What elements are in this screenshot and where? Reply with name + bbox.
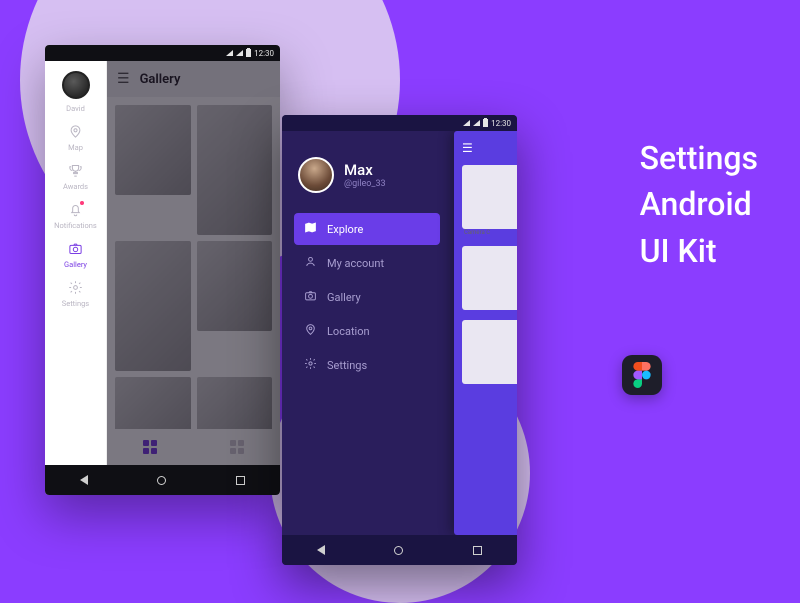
- status-time: 12:30: [254, 49, 274, 58]
- card-thumb: [462, 320, 517, 384]
- sidebar-item-label: Gallery: [64, 260, 87, 269]
- android-navbar: [45, 465, 280, 495]
- gallery-tile[interactable]: [197, 105, 273, 235]
- drawer-item-explore[interactable]: Explore: [294, 213, 440, 245]
- person-icon: [304, 255, 317, 271]
- hamburger-icon[interactable]: ☰: [117, 71, 130, 87]
- sidebar-item-gallery[interactable]: Gallery: [45, 237, 106, 273]
- user-handle: @gileo_33: [344, 179, 386, 189]
- headline-line: UI Kit: [640, 228, 758, 274]
- recent-icon[interactable]: [473, 546, 482, 555]
- signal-icon: [226, 50, 233, 56]
- drawer-item-settings[interactable]: Settings: [294, 349, 440, 381]
- signal-icon: [463, 120, 470, 126]
- nav-drawer: Max @gileo_33 Explore My account Gallery: [282, 131, 452, 535]
- card-thumb: [462, 165, 517, 229]
- status-bar: 12:30: [45, 45, 280, 61]
- signal-icon: [473, 120, 480, 126]
- page-title: Gallery: [140, 72, 181, 87]
- hamburger-icon[interactable]: ☰: [462, 141, 517, 155]
- bottom-toolbar: [107, 429, 280, 465]
- sidebar-item-awards[interactable]: Awards: [45, 159, 106, 195]
- drawer-item-location[interactable]: Location: [294, 315, 440, 347]
- pin-icon: [304, 323, 317, 339]
- drawer-item-label: Gallery: [327, 291, 361, 304]
- camera-icon: [68, 241, 83, 258]
- sidebar-rail: David Map Awards Notifications Gallery S…: [45, 61, 107, 465]
- recent-icon[interactable]: [236, 476, 245, 485]
- gallery-tile[interactable]: [197, 241, 273, 331]
- sidebar-item-map[interactable]: Map: [45, 120, 106, 156]
- sidebar-item-settings[interactable]: Settings: [45, 276, 106, 312]
- user-name: Max: [344, 161, 386, 179]
- sidebar-item-label: David: [66, 104, 85, 113]
- avatar[interactable]: [62, 71, 90, 99]
- grid-view-alt-icon[interactable]: [230, 440, 244, 454]
- drawer-menu: Explore My account Gallery Location Sett…: [282, 213, 452, 381]
- headline-line: Settings: [640, 135, 758, 181]
- battery-icon: [483, 119, 488, 127]
- sidebar-item-label: Settings: [62, 299, 89, 308]
- android-navbar: [282, 535, 517, 565]
- card-label: Camera C: [462, 229, 517, 236]
- background-screen-peek: ☰ Camera C: [454, 131, 517, 535]
- avatar: [298, 157, 334, 193]
- gear-icon: [68, 280, 83, 297]
- sidebar-item-profile[interactable]: David: [45, 100, 106, 117]
- back-icon[interactable]: [80, 475, 88, 485]
- bell-icon: [68, 202, 83, 219]
- sidebar-item-notifications[interactable]: Notifications: [45, 198, 106, 234]
- phone-mockup-dark: 12:30 Max @gileo_33 Explore My account: [282, 115, 517, 565]
- drawer-item-account[interactable]: My account: [294, 247, 440, 279]
- sidebar-item-label: Notifications: [54, 221, 97, 230]
- figma-badge: [622, 355, 662, 395]
- trophy-icon: [68, 163, 83, 180]
- home-icon[interactable]: [157, 476, 166, 485]
- figma-icon: [633, 362, 651, 388]
- phone-mockup-light: 12:30 David Map Awards Notifications Gal…: [45, 45, 280, 495]
- sidebar-item-label: Awards: [63, 182, 88, 191]
- drawer-item-label: Explore: [327, 223, 363, 236]
- signal-icon: [236, 50, 243, 56]
- gallery-tile[interactable]: [115, 241, 191, 371]
- hero-headline: Settings Android UI Kit: [640, 135, 758, 274]
- status-bar: 12:30: [282, 115, 517, 131]
- status-time: 12:30: [491, 119, 511, 128]
- map-icon: [304, 221, 317, 237]
- sidebar-item-label: Map: [68, 143, 83, 152]
- home-icon[interactable]: [394, 546, 403, 555]
- main-content-dimmed: ☰ Gallery: [107, 61, 280, 465]
- gallery-grid: [107, 97, 280, 455]
- card-thumb: [462, 246, 517, 310]
- drawer-item-label: My account: [327, 257, 384, 270]
- drawer-item-label: Location: [327, 325, 370, 338]
- pin-icon: [68, 124, 83, 141]
- gear-icon: [304, 357, 317, 373]
- gallery-tile[interactable]: [115, 105, 191, 195]
- drawer-item-gallery[interactable]: Gallery: [294, 281, 440, 313]
- headline-line: Android: [640, 181, 758, 227]
- camera-icon: [304, 289, 317, 305]
- grid-view-icon[interactable]: [143, 440, 157, 454]
- notification-dot: [80, 201, 84, 205]
- battery-icon: [246, 49, 251, 57]
- drawer-profile[interactable]: Max @gileo_33: [282, 157, 452, 213]
- drawer-item-label: Settings: [327, 359, 367, 372]
- app-header: ☰ Gallery: [107, 61, 280, 97]
- back-icon[interactable]: [317, 545, 325, 555]
